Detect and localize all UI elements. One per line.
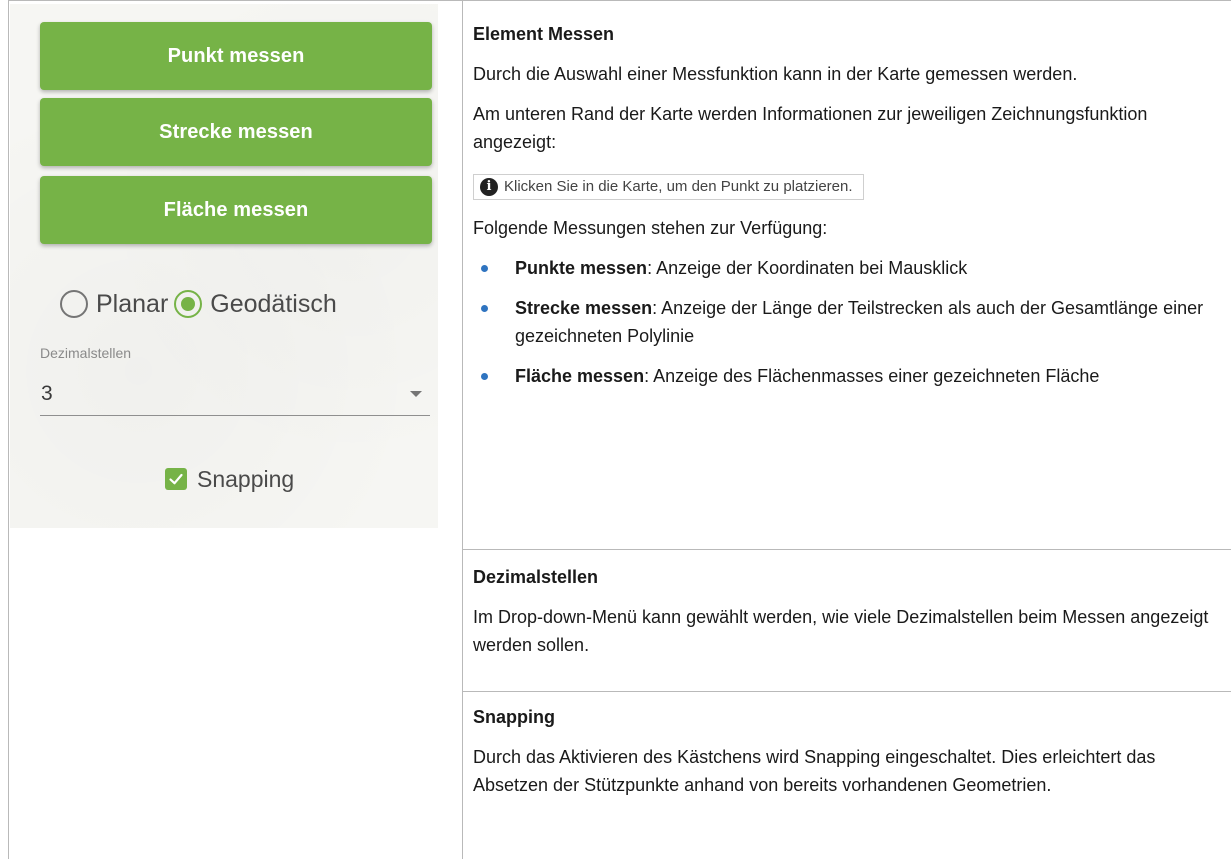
table-row-divider-2: [462, 691, 1231, 692]
section-title: Dezimalstellen: [473, 567, 599, 587]
section-element-messen: Element Messen Durch die Auswahl einer M…: [473, 20, 1223, 402]
projection-radio-group: Planar Geodätisch: [60, 284, 343, 324]
decimals-label: Dezimalstellen: [40, 345, 132, 361]
info-icon: i: [480, 178, 498, 196]
measurement-list: Punkte messen: Anzeige der Koordinaten b…: [473, 254, 1223, 390]
info-box: i Klicken Sie in die Karte, um den Punkt…: [473, 174, 864, 200]
section-paragraph: Durch die Auswahl einer Messfunktion kan…: [473, 64, 1078, 84]
checkmark-icon: [169, 473, 183, 485]
section-title: Element Messen: [473, 24, 615, 44]
section-dezimalstellen: Dezimalstellen Im Drop-down-Menü kann ge…: [473, 563, 1223, 659]
radio-planar[interactable]: [60, 290, 88, 318]
snapping-toggle[interactable]: Snapping: [165, 463, 294, 495]
section-paragraph: Im Drop-down-Menü kann gewählt werden, w…: [473, 607, 1209, 655]
list-item: Fläche messen: Anzeige des Flächenmasses…: [473, 362, 1223, 390]
radio-selected-dot: [181, 297, 196, 311]
snapping-checkbox[interactable]: [165, 468, 187, 490]
radio-geodetic[interactable]: [174, 290, 203, 318]
documentation-table: Punkt messen Strecke messen Fläche messe…: [8, 0, 1231, 859]
list-intro: Folgende Messungen stehen zur Verfügung:: [473, 218, 828, 238]
list-item-text: : Anzeige der Koordinaten bei Mausklick: [647, 258, 968, 278]
list-item-text: : Anzeige des Flächenmasses einer gezeic…: [644, 366, 1100, 386]
section-paragraph: Am unteren Rand der Karte werden Informa…: [473, 104, 1148, 152]
table-row-divider-1: [462, 549, 1231, 550]
measure-point-button[interactable]: Punkt messen: [40, 22, 432, 90]
radio-planar-label: Planar: [96, 289, 169, 318]
decimals-select[interactable]: 3: [40, 372, 430, 416]
measure-distance-button[interactable]: Strecke messen: [40, 98, 432, 166]
measure-area-button[interactable]: Fläche messen: [40, 176, 432, 244]
info-message: i Klicken Sie in die Karte, um den Punkt…: [473, 170, 1223, 200]
list-item-term: Fläche messen: [515, 366, 645, 386]
list-item: Strecke messen: Anzeige der Länge der Te…: [473, 294, 1223, 350]
decimals-value: 3: [41, 381, 53, 405]
snapping-label: Snapping: [197, 465, 295, 492]
list-item-term: Punkte messen: [515, 258, 648, 278]
info-text: Klicken Sie in die Karte, um den Punkt z…: [504, 178, 853, 195]
list-item: Punkte messen: Anzeige der Koordinaten b…: [473, 254, 1223, 282]
section-snapping: Snapping Durch das Aktivieren des Kästch…: [473, 703, 1223, 799]
section-paragraph: Durch das Aktivieren des Kästchens wird …: [473, 747, 1156, 795]
radio-geodetic-label: Geodätisch: [210, 289, 337, 318]
list-item-term: Strecke messen: [515, 298, 653, 318]
chevron-down-icon: [410, 390, 422, 397]
measure-panel: Punkt messen Strecke messen Fläche messe…: [10, 4, 438, 528]
table-column-divider: [462, 0, 463, 859]
section-title: Snapping: [473, 707, 555, 727]
measure-panel-cell: Punkt messen Strecke messen Fläche messe…: [8, 0, 462, 859]
